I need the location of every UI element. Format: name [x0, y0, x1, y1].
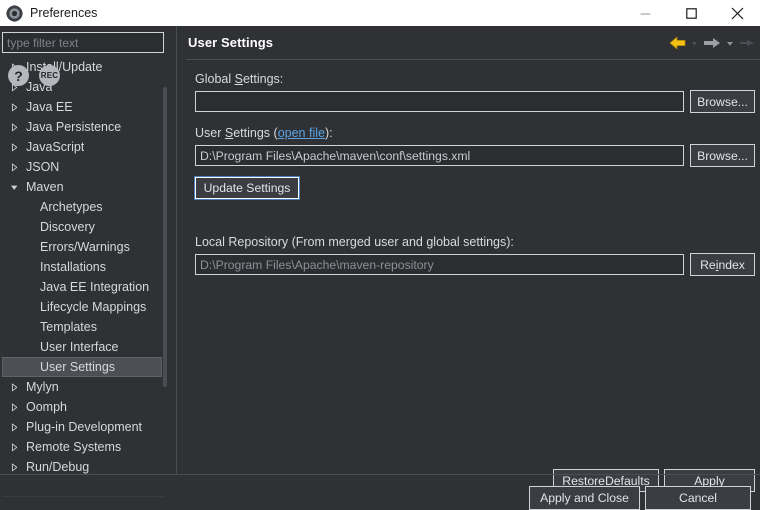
sidebar-item-mylyn[interactable]: Mylyn [2, 377, 162, 397]
sidebar-item-label: Plug-in Development [26, 417, 142, 437]
user-settings-form: Global Settings: Browse... User Settings… [177, 60, 760, 440]
update-settings-button[interactable]: Update Settings [195, 177, 299, 199]
sidebar-item-label: JavaScript [26, 137, 84, 157]
window-titlebar: Preferences [0, 0, 760, 26]
triangle-right-icon[interactable] [6, 463, 22, 472]
sidebar-item-javascript[interactable]: JavaScript [2, 137, 162, 157]
global-settings-input[interactable] [195, 91, 684, 112]
user-settings-label-mnemonic: S [225, 126, 233, 140]
global-settings-label: Global Settings: [195, 72, 283, 86]
sidebar-item-label: Mylyn [26, 377, 59, 397]
sidebar-item-label: JSON [26, 157, 59, 177]
cancel-button[interactable]: Cancel [645, 486, 751, 510]
sidebar-item-oomph[interactable]: Oomph [2, 397, 162, 417]
user-settings-label-mid: ettings ( [233, 126, 277, 140]
triangle-down-icon[interactable] [6, 183, 22, 192]
sidebar-item-label: Remote Systems [26, 437, 121, 457]
sidebar-item-label: Lifecycle Mappings [40, 297, 146, 317]
sidebar-scrollbar-thumb[interactable] [163, 87, 167, 387]
close-icon[interactable] [714, 0, 760, 26]
preferences-dialog: Install/UpdateJavaJava EEJava Persistenc… [0, 26, 760, 509]
sidebar-item-java-persistence[interactable]: Java Persistence [2, 117, 162, 137]
triangle-right-icon[interactable] [6, 443, 22, 452]
sidebar-item-label: Install/Update [26, 57, 102, 77]
sidebar-item-user-settings[interactable]: User Settings [2, 357, 162, 377]
triangle-right-icon[interactable] [6, 383, 22, 392]
user-settings-label-post: ): [325, 126, 333, 140]
sidebar-item-discovery[interactable]: Discovery [2, 217, 162, 237]
triangle-right-icon[interactable] [6, 423, 22, 432]
dialog-button-bar: Apply and Close Cancel [0, 475, 760, 509]
window-title: Preferences [30, 6, 97, 20]
apply-and-close-button[interactable]: Apply and Close [529, 486, 640, 510]
sidebar-scrollbar[interactable] [163, 59, 167, 491]
triangle-right-icon[interactable] [6, 103, 22, 112]
page-header: User Settings [177, 26, 760, 59]
sidebar-item-lifecycle-mappings[interactable]: Lifecycle Mappings [2, 297, 162, 317]
global-settings-label-pre: Global [195, 72, 235, 86]
sidebar-item-maven[interactable]: Maven [2, 177, 162, 197]
user-settings-browse-button[interactable]: Browse... [690, 144, 755, 167]
maximize-icon[interactable] [668, 0, 714, 26]
local-repository-label: Local Repository (From merged user and g… [195, 235, 514, 249]
triangle-right-icon[interactable] [6, 403, 22, 412]
sidebar-item-label: Maven [26, 177, 64, 197]
record-icon[interactable]: REC [39, 65, 60, 86]
global-settings-label-mnemonic: S [235, 72, 243, 86]
sidebar-item-remote-systems[interactable]: Remote Systems [2, 437, 162, 457]
user-settings-label: User Settings (open file): [195, 126, 333, 140]
minimize-icon[interactable] [622, 0, 668, 26]
sidebar-item-label: Oomph [26, 397, 67, 417]
sidebar-item-templates[interactable]: Templates [2, 317, 162, 337]
back-dropdown-chevron-down-icon[interactable] [690, 32, 699, 54]
titlebar-left-group: Preferences [0, 5, 622, 22]
sidebar-item-label: User Settings [40, 358, 115, 376]
header-nav-group [668, 26, 757, 59]
forward-arrow-icon[interactable] [701, 32, 723, 54]
local-repository-input[interactable] [195, 254, 684, 275]
reindex-button[interactable]: Reindex [690, 253, 755, 276]
sidebar-item-java-ee-integration[interactable]: Java EE Integration [2, 277, 162, 297]
triangle-right-icon[interactable] [6, 163, 22, 172]
sidebar-item-installations[interactable]: Installations [2, 257, 162, 277]
sidebar-item-label: Archetypes [40, 197, 103, 217]
sidebar-item-label: Discovery [40, 217, 95, 237]
preferences-tree[interactable]: Install/UpdateJavaJava EEJava Persistenc… [2, 57, 164, 497]
sidebar-item-label: Errors/Warnings [40, 237, 130, 257]
reindex-label-post: ndex [718, 258, 744, 272]
search-input[interactable] [2, 32, 164, 53]
preferences-content-panel: User Settings [176, 26, 760, 474]
sidebar-item-java-ee[interactable]: Java EE [2, 97, 162, 117]
sidebar-item-label: Java Persistence [26, 117, 121, 137]
sidebar-item-user-interface[interactable]: User Interface [2, 337, 162, 357]
sidebar-item-label: User Interface [40, 337, 119, 357]
sidebar-item-label: Java EE Integration [40, 277, 149, 297]
reindex-label-pre: Re [700, 258, 716, 272]
sidebar-item-plug-in-development[interactable]: Plug-in Development [2, 417, 162, 437]
sidebar-item-errors-warnings[interactable]: Errors/Warnings [2, 237, 162, 257]
page-title: User Settings [188, 35, 273, 50]
user-settings-input[interactable] [195, 145, 684, 166]
sidebar-item-label: Java EE [26, 97, 73, 117]
global-settings-browse-button[interactable]: Browse... [690, 90, 755, 113]
back-arrow-icon[interactable] [668, 32, 688, 54]
triangle-right-icon[interactable] [6, 123, 22, 132]
global-settings-label-post: ettings: [243, 72, 283, 86]
preferences-sidebar: Install/UpdateJavaJava EEJava Persistenc… [0, 26, 170, 474]
open-file-link[interactable]: open file [278, 126, 325, 140]
sidebar-item-archetypes[interactable]: Archetypes [2, 197, 162, 217]
triangle-right-icon[interactable] [6, 143, 22, 152]
sidebar-item-json[interactable]: JSON [2, 157, 162, 177]
overflow-arrow-icon[interactable] [737, 32, 757, 54]
help-icon[interactable]: ? [8, 65, 29, 86]
sidebar-item-label: Templates [40, 317, 97, 337]
preferences-tree-list: Install/UpdateJavaJava EEJava Persistenc… [2, 57, 162, 477]
gear-icon [6, 5, 23, 22]
sidebar-item-label: Installations [40, 257, 106, 277]
forward-dropdown-chevron-down-icon[interactable] [725, 32, 735, 54]
user-settings-label-pre: User [195, 126, 225, 140]
filter-input-wrapper [2, 32, 164, 53]
